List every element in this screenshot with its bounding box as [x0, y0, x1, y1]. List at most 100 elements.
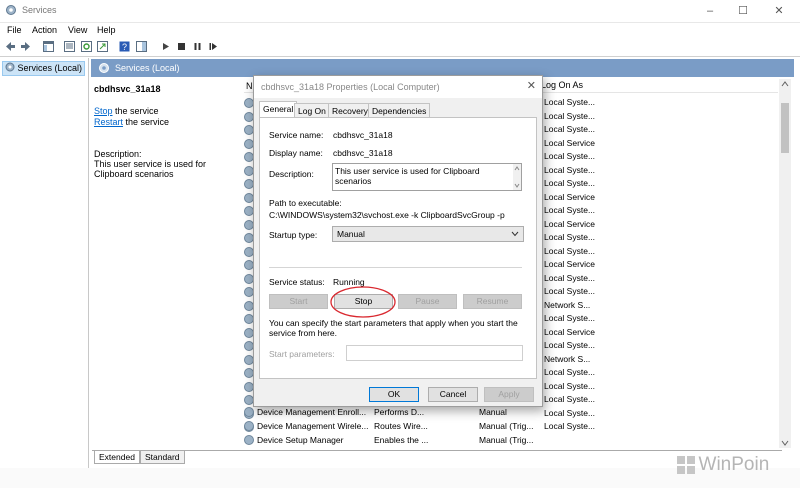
menu-help[interactable]: Help	[97, 25, 116, 35]
properties-icon[interactable]	[64, 41, 75, 52]
console-tree-icon[interactable]	[43, 41, 54, 52]
show-hide-pane-icon[interactable]	[136, 41, 147, 52]
row-startup: Manual	[479, 407, 507, 417]
logon-cell: Local Syste...	[544, 380, 596, 391]
path-value: C:\WINDOWS\system32\svchost.exe -k Clipb…	[269, 210, 505, 220]
scroll-down-arrow-icon[interactable]	[781, 440, 789, 446]
logon-cell: Local Syste...	[544, 151, 596, 161]
logon-cell: Local Syste...	[544, 367, 596, 377]
services-app-icon	[6, 5, 16, 15]
logon-cell: Local Syste...	[544, 110, 596, 121]
scroll-arrows-icon	[514, 166, 520, 188]
row-description: Routes Wire...	[374, 421, 428, 431]
table-row[interactable]: Device Management Wirele... Routes Wire.…	[244, 421, 533, 431]
logon-cell: Local Syste...	[544, 97, 596, 107]
tab-extended[interactable]: Extended	[94, 451, 140, 464]
row-name: Device Setup Manager	[257, 435, 344, 445]
window-title: Services	[22, 5, 57, 15]
vertical-scrollbar[interactable]	[779, 79, 791, 448]
menu-view[interactable]: View	[68, 25, 87, 35]
logon-cell: Local Syste...	[544, 340, 596, 350]
start-parameters-input[interactable]	[346, 345, 523, 361]
startup-type-value: Manual	[337, 229, 365, 239]
pause-icon[interactable]	[192, 41, 203, 52]
pause-button[interactable]: Pause	[398, 294, 457, 309]
menu-file[interactable]: File	[7, 25, 22, 35]
restart-icon[interactable]	[208, 41, 219, 52]
display-name-value: cbdhsvc_31a18	[333, 148, 393, 158]
service-status-label: Service status:	[269, 277, 325, 287]
logon-cell: Local Syste...	[544, 205, 596, 215]
table-row[interactable]: Device Management Enroll... Performs D..…	[244, 407, 507, 417]
description-label: Description:	[269, 169, 314, 179]
help-icon[interactable]: ?	[119, 41, 130, 52]
resume-button[interactable]: Resume	[463, 294, 522, 309]
dialog-close-button[interactable]: ✕	[527, 79, 536, 92]
startup-type-select[interactable]: Manual	[332, 226, 524, 242]
general-tab-panel: Service name: cbdhsvc_31a18 Display name…	[259, 117, 537, 379]
description-label: Description:	[94, 149, 142, 159]
description-scrollbar[interactable]	[513, 164, 521, 190]
service-name-value: cbdhsvc_31a18	[333, 130, 393, 140]
logon-cell: Local Syste...	[544, 394, 596, 404]
maximize-button[interactable]: ☐	[728, 2, 758, 20]
logon-cell: Local Syste...	[544, 272, 596, 283]
refresh-icon[interactable]	[81, 41, 92, 52]
stop-service-link[interactable]: Stop	[94, 106, 113, 116]
dialog-title: cbdhsvc_31a18 Properties (Local Computer…	[261, 82, 440, 92]
start-parameters-label: Start parameters:	[269, 349, 335, 359]
logon-cell: Local Syste...	[544, 232, 596, 242]
watermark-text: WinPoin	[698, 454, 770, 475]
cancel-button[interactable]: Cancel	[428, 387, 478, 402]
column-name-header-fragment[interactable]: N	[246, 81, 253, 91]
menu-action[interactable]: Action	[32, 25, 57, 35]
minimize-button[interactable]: –	[695, 2, 725, 20]
forward-arrow-icon[interactable]	[20, 41, 31, 52]
toolbar: ?	[0, 38, 800, 57]
winpoin-watermark: WinPoin	[676, 454, 769, 476]
scroll-up-arrow-icon[interactable]	[781, 81, 789, 87]
scrollbar-thumb[interactable]	[781, 103, 789, 153]
row-startup: Manual (Trig...	[479, 421, 534, 431]
restart-service-link[interactable]: Restart	[94, 117, 123, 127]
row-startup: Manual (Trig...	[479, 435, 534, 445]
tree-pane: Services (Local)	[0, 58, 89, 468]
table-row[interactable]: Device Setup Manager Enables the ... Man…	[244, 435, 533, 445]
ok-button[interactable]: OK	[369, 387, 419, 402]
display-name-label: Display name:	[269, 148, 323, 158]
tab-standard[interactable]: Standard	[140, 451, 185, 464]
menu-bar: File Action View Help	[0, 22, 800, 38]
windows-logo-icon	[677, 456, 695, 474]
service-detail-name: cbdhsvc_31a18	[94, 84, 161, 94]
logon-cell: Local Syste...	[544, 164, 596, 175]
highlight-circle-icon	[330, 286, 396, 318]
tree-item-services-local[interactable]: Services (Local)	[2, 61, 86, 76]
logon-cell: Network S...	[544, 299, 591, 310]
row-name: Device Management Enroll...	[257, 407, 367, 417]
logon-cell: Local Syste...	[544, 124, 596, 134]
close-window-button[interactable]: ✕	[764, 2, 794, 20]
logon-cell: Network S...	[544, 353, 591, 364]
logon-cell: Local Syste...	[544, 313, 596, 323]
description-field[interactable]: This user service is used for Clipboard …	[332, 163, 522, 191]
row-name: Device Management Wirele...	[257, 421, 369, 431]
logon-cell: Local Syste...	[544, 178, 596, 188]
logon-cell: Local Syste...	[544, 245, 596, 256]
service-description: Description: This user service is used f…	[94, 149, 239, 179]
row-description: Enables the ...	[374, 435, 429, 445]
restart-service-text: the service	[123, 117, 170, 127]
tree-item-label: Services (Local)	[17, 63, 83, 73]
export-list-icon[interactable]	[97, 41, 108, 52]
back-arrow-icon[interactable]	[5, 41, 16, 52]
logon-cell: Local Service	[544, 326, 596, 337]
services-gear-icon	[5, 62, 15, 72]
play-icon[interactable]	[160, 41, 171, 52]
path-label: Path to executable:	[269, 198, 342, 208]
services-gear-icon	[99, 63, 109, 73]
service-gear-icon	[244, 407, 254, 417]
column-header-logon[interactable]: Log On As	[541, 80, 583, 90]
stop-icon[interactable]	[176, 41, 187, 52]
apply-button[interactable]: Apply	[484, 387, 534, 402]
start-button[interactable]: Start	[269, 294, 328, 309]
row-description: Performs D...	[374, 407, 425, 417]
